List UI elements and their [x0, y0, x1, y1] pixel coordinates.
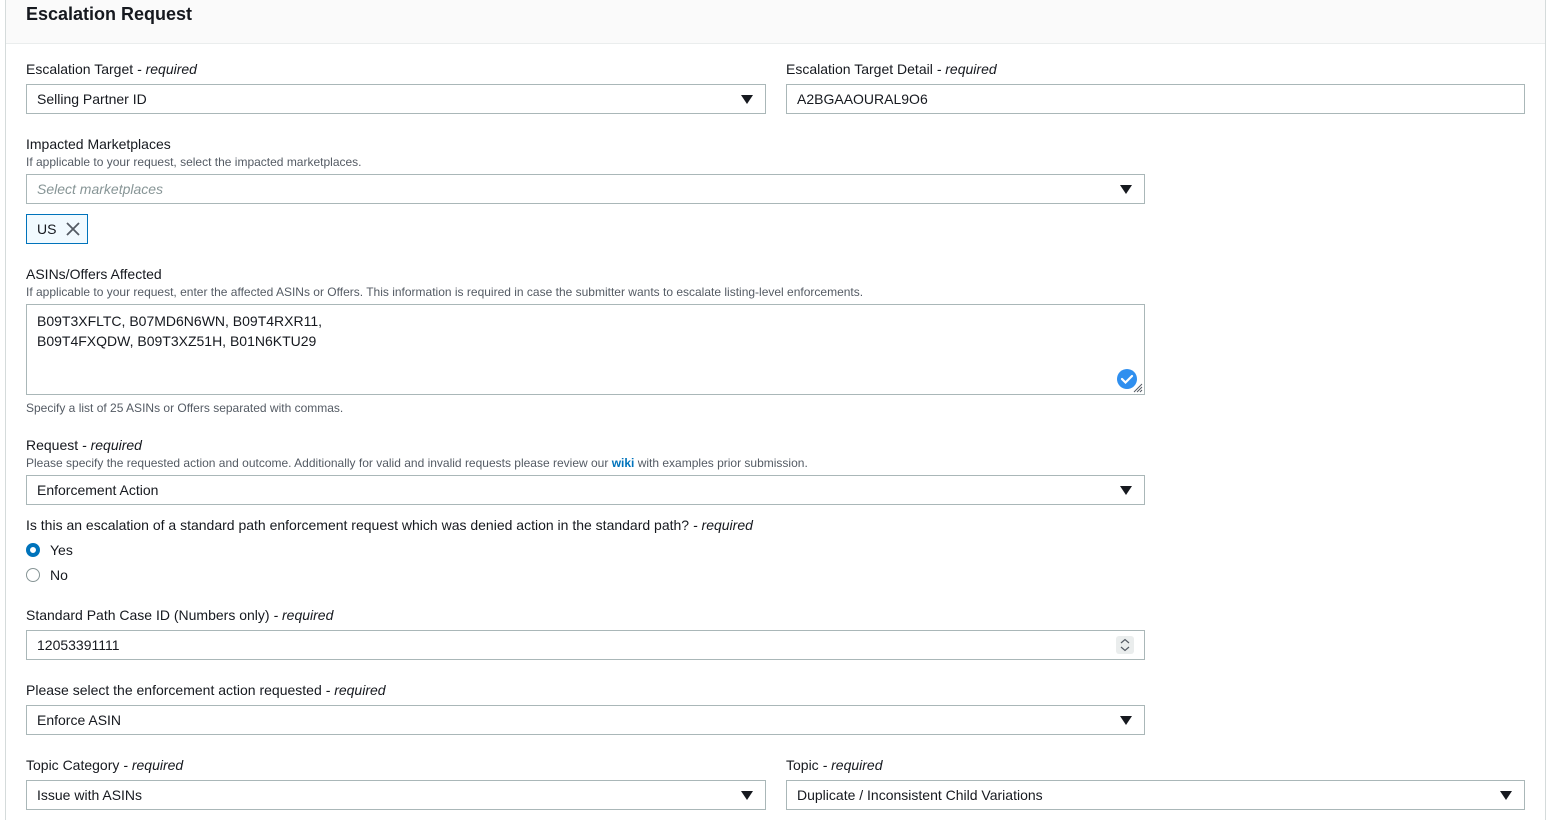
radio-no[interactable]	[26, 568, 40, 582]
asins-description: If applicable to your request, enter the…	[26, 285, 864, 299]
marketplaces-description: If applicable to your request, select th…	[26, 155, 362, 169]
topic-category-select[interactable]: Issue with ASINs	[26, 780, 766, 810]
radio-yes-label[interactable]: Yes	[50, 542, 73, 558]
request-description: Please specify the requested action and …	[26, 456, 808, 470]
escalation-target-value: Selling Partner ID	[37, 91, 147, 107]
request-description-text: with examples prior submission.	[634, 456, 808, 470]
request-select[interactable]: Enforcement Action	[26, 475, 1145, 505]
topic-value: Duplicate / Inconsistent Child Variation…	[797, 787, 1043, 803]
topic-category-value: Issue with ASINs	[37, 787, 143, 803]
required-marker: - required	[325, 682, 386, 698]
request-label-text: Request	[26, 437, 79, 453]
marketplaces-placeholder: Select marketplaces	[37, 181, 164, 197]
standard-path-question-label: Is this an escalation of a standard path…	[26, 517, 753, 533]
request-value: Enforcement Action	[37, 482, 159, 498]
escalation-target-detail-label-text: Escalation Target Detail	[786, 61, 933, 77]
escalation-target-detail-input[interactable]: A2BGAAOURAL9O6	[786, 84, 1525, 114]
topic-select[interactable]: Duplicate / Inconsistent Child Variation…	[786, 780, 1525, 810]
topic-label-text: Topic	[786, 757, 819, 773]
panel-title: Escalation Request	[26, 4, 193, 24]
required-marker: - required	[936, 61, 997, 77]
asins-line: B09T4FXQDW, B09T3XZ51H, B01N6KTU29	[37, 333, 317, 349]
caret-down-icon	[1120, 716, 1132, 725]
token-label: US	[37, 221, 57, 237]
enforcement-action-label: Please select the enforcement action req…	[26, 682, 386, 698]
escalation-target-detail-label: Escalation Target Detail - required	[786, 61, 997, 77]
escalation-target-label: Escalation Target - required	[26, 61, 197, 77]
enforcement-action-select[interactable]: Enforce ASIN	[26, 705, 1145, 735]
required-marker: - required	[82, 437, 142, 453]
caret-down-icon	[1120, 486, 1132, 495]
asins-label: ASINs/Offers Affected	[26, 266, 162, 282]
required-marker: - required	[822, 757, 883, 773]
standard-path-question-text: Is this an escalation of a standard path…	[26, 517, 690, 533]
enforcement-action-value: Enforce ASIN	[37, 712, 122, 728]
case-id-label: Standard Path Case ID (Numbers only) - r…	[26, 607, 333, 623]
radio-yes[interactable]	[26, 543, 40, 557]
request-description-text: Please specify the requested action and …	[26, 456, 612, 470]
enforcement-action-label-text: Please select the enforcement action req…	[26, 682, 322, 698]
topic-label: Topic - required	[786, 757, 883, 773]
marketplaces-label: Impacted Marketplaces	[26, 136, 171, 152]
marketplace-token-us: US	[26, 214, 88, 244]
escalation-target-select[interactable]: Selling Partner ID	[26, 84, 766, 114]
case-id-value: 12053391111	[37, 637, 120, 653]
asins-hint: Specify a list of 25 ASINs or Offers sep…	[26, 401, 344, 415]
radio-no-label[interactable]: No	[50, 567, 68, 583]
stepper-icon[interactable]	[1116, 636, 1134, 654]
request-label: Request - required	[26, 437, 142, 453]
escalation-target-label-text: Escalation Target	[26, 61, 134, 77]
caret-down-icon	[1500, 791, 1512, 800]
required-marker: - required	[273, 607, 334, 623]
caret-down-icon	[1120, 185, 1132, 194]
resize-grip-icon[interactable]	[1131, 381, 1143, 393]
wiki-link[interactable]: wiki	[612, 456, 635, 470]
asins-line: B09T3XFLTC, B07MD6N6WN, B09T4RXR11,	[37, 313, 323, 329]
marketplaces-select[interactable]: Select marketplaces	[26, 174, 1145, 204]
required-marker: - required	[692, 517, 753, 533]
required-marker: - required	[123, 757, 184, 773]
caret-down-icon	[741, 95, 753, 104]
case-id-input[interactable]: 12053391111	[26, 630, 1145, 660]
asins-textarea[interactable]: B09T3XFLTC, B07MD6N6WN, B09T4RXR11, B09T…	[26, 304, 1145, 395]
case-id-label-text: Standard Path Case ID (Numbers only)	[26, 607, 270, 623]
required-marker: - required	[137, 61, 197, 77]
topic-category-label: Topic Category - required	[26, 757, 183, 773]
escalation-target-detail-value: A2BGAAOURAL9O6	[797, 91, 928, 107]
topic-category-label-text: Topic Category	[26, 757, 120, 773]
close-icon[interactable]	[66, 222, 80, 236]
caret-down-icon	[741, 791, 753, 800]
panel-header: Escalation Request	[6, 0, 1545, 44]
